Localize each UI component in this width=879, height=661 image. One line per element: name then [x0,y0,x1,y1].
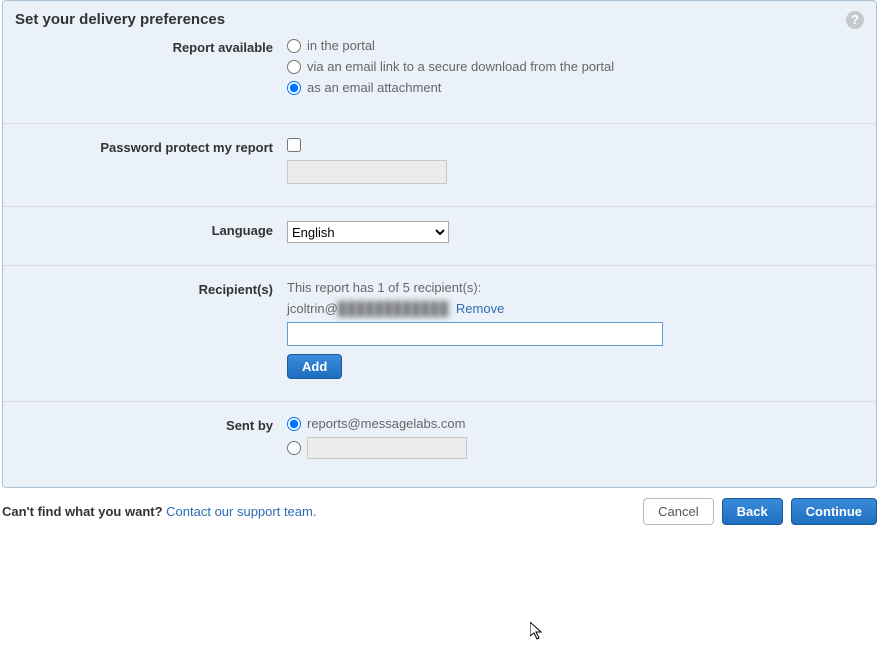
add-button[interactable]: Add [287,354,342,379]
panel-title: Set your delivery preferences [15,11,225,28]
radio-in-portal[interactable]: in the portal [287,38,864,53]
recipient-email-prefix: jcoltrin@ [287,301,338,316]
section-report-available: Report available in the portal via an em… [3,34,876,123]
password-input [287,160,447,184]
radio-custom-sender[interactable] [287,437,864,459]
label-sent-by: Sent by [15,416,287,465]
radio-in-portal-label: in the portal [307,38,375,53]
help-icon[interactable]: ? [846,11,864,29]
footer-question: Can't find what you want? [2,504,163,519]
language-select[interactable]: English [287,221,449,243]
radio-email-link[interactable]: via an email link to a secure download f… [287,59,864,74]
radio-attachment[interactable]: as an email attachment [287,80,864,95]
radio-attachment-label: as an email attachment [307,80,441,95]
delivery-preferences-panel: Set your delivery preferences ? Report a… [2,0,877,488]
continue-button[interactable]: Continue [791,498,877,525]
radio-default-sender[interactable]: reports@messagelabs.com [287,416,864,431]
label-language: Language [15,221,287,243]
mouse-cursor-icon [530,622,546,642]
radio-email-link-input[interactable] [287,60,301,74]
section-recipients: Recipient(s) This report has 1 of 5 reci… [3,265,876,401]
radio-in-portal-input[interactable] [287,39,301,53]
radio-attachment-input[interactable] [287,81,301,95]
section-language: Language English [3,206,876,265]
panel-header: Set your delivery preferences ? [3,1,876,34]
back-button[interactable]: Back [722,498,783,525]
footer-help-text: Can't find what you want? Contact our su… [2,504,643,519]
recipient-entry: jcoltrin@████████████ Remove [287,301,864,316]
section-sent-by: Sent by reports@messagelabs.com [3,401,876,487]
footer: Can't find what you want? Contact our su… [2,498,877,525]
remove-recipient-link[interactable]: Remove [456,301,504,316]
recipients-count-info: This report has 1 of 5 recipient(s): [287,280,864,295]
checkbox-password-protect[interactable] [287,138,301,152]
contact-support-link[interactable]: Contact our support team. [166,504,316,519]
label-report-available: Report available [15,38,287,101]
radio-custom-sender-input[interactable] [287,441,301,455]
recipient-email-masked: ████████████ [338,301,449,316]
radio-email-link-label: via an email link to a secure download f… [307,59,614,74]
radio-default-sender-label: reports@messagelabs.com [307,416,465,431]
section-password: Password protect my report [3,123,876,206]
label-recipients: Recipient(s) [15,280,287,379]
recipient-input[interactable] [287,322,663,346]
custom-sender-input [307,437,467,459]
radio-default-sender-input[interactable] [287,417,301,431]
label-password: Password protect my report [15,138,287,184]
cancel-button[interactable]: Cancel [643,498,713,525]
